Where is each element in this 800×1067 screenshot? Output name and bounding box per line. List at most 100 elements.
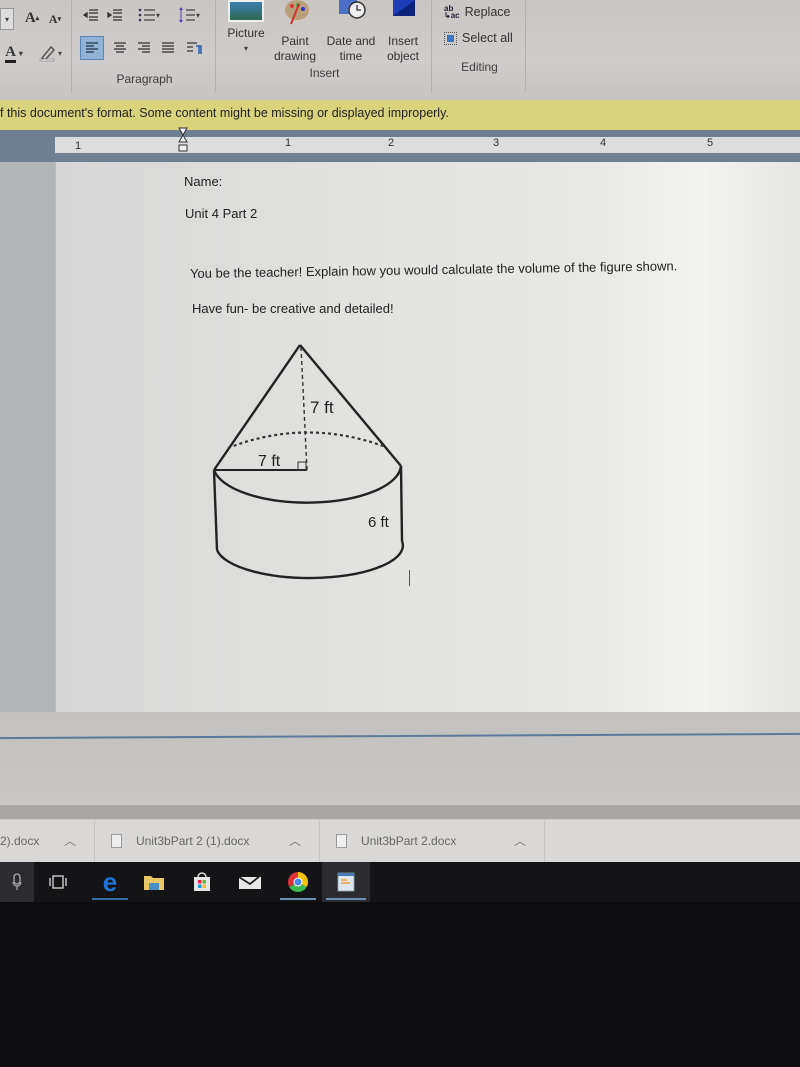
ruler-label: 1 xyxy=(75,140,82,152)
cone-height-label: 7 ft xyxy=(310,398,334,417)
font-size-dropdown[interactable]: ▾ xyxy=(0,8,14,30)
download-item[interactable]: Unit3bPart 2.docx ︿ xyxy=(320,820,545,862)
horizontal-ruler[interactable]: 1 1 2 3 4 5 xyxy=(55,137,800,153)
highlight-button[interactable]: ▾ xyxy=(34,42,66,64)
ribbon: ▾ A ▴ A ▾ A ▾ ▾ ▾ ▾ Paragraph Picture ▾ … xyxy=(0,0,800,100)
picture-label: Picture xyxy=(227,26,265,40)
download-item[interactable]: Unit3bPart 2 (1).docx ︿ xyxy=(95,820,320,862)
download-item[interactable]: 2).docx ︿ xyxy=(0,820,95,862)
line-spacing-icon xyxy=(178,7,195,23)
picture-button[interactable]: Picture ▾ xyxy=(224,0,268,56)
select-all-label: Select all xyxy=(462,31,513,45)
taskbar-store[interactable] xyxy=(180,862,224,902)
increase-indent-button[interactable] xyxy=(106,6,124,24)
align-right-button[interactable] xyxy=(132,36,156,60)
select-all-icon xyxy=(444,31,457,45)
taskbar-mail[interactable] xyxy=(228,862,272,902)
chevron-up-icon[interactable]: ︿ xyxy=(64,832,76,849)
paragraph-mark-icon xyxy=(187,42,202,54)
insert-object-label-2: object xyxy=(386,49,420,63)
download-filename: Unit3bPart 2 (1).docx xyxy=(136,834,250,848)
font-group: ▾ A ▴ A ▾ A ▾ ▾ xyxy=(0,0,72,92)
paragraph-group: ▾ ▾ Paragraph xyxy=(74,0,216,92)
text-cursor xyxy=(409,570,410,586)
shrink-font-label: A xyxy=(48,11,58,26)
taskbar-wordpad[interactable] xyxy=(322,862,370,902)
cone-left-edge xyxy=(213,344,301,471)
task-view-icon xyxy=(49,875,67,889)
chevron-up-icon[interactable]: ︿ xyxy=(514,832,526,849)
align-center-icon xyxy=(114,42,126,53)
select-all-button[interactable]: Select all xyxy=(444,31,513,45)
right-angle-marker xyxy=(297,461,307,471)
cylinder-right-edge xyxy=(399,465,404,542)
taskbar: e xyxy=(0,862,800,902)
paint-drawing-label-2: drawing xyxy=(273,49,317,63)
insert-object-label-1: Insert xyxy=(387,34,418,48)
taskbar-chrome[interactable] xyxy=(276,862,320,902)
paragraph-group-label: Paragraph xyxy=(116,72,173,86)
line-spacing-button[interactable]: ▾ xyxy=(174,4,204,26)
ruler-label: 3 xyxy=(493,137,500,149)
picture-icon xyxy=(228,0,264,22)
date-time-label-1: Date and xyxy=(326,34,376,48)
edge-icon: e xyxy=(102,867,118,897)
taskbar-microphone[interactable] xyxy=(0,862,34,902)
document-icon xyxy=(111,834,122,848)
taskbar-file-explorer[interactable] xyxy=(132,862,176,902)
calendar-clock-icon xyxy=(339,0,366,19)
paint-drawing-button[interactable]: Paint drawing xyxy=(270,0,320,64)
paint-drawing-label-1: Paint xyxy=(281,34,309,48)
font-color-label: A xyxy=(5,44,16,63)
insert-group-label: Insert xyxy=(309,66,340,80)
download-filename: Unit3bPart 2.docx xyxy=(361,834,457,848)
decrease-indent-icon xyxy=(83,9,98,21)
format-warning-bar: f this document's format. Some content m… xyxy=(0,100,800,130)
monitor-bezel xyxy=(0,902,800,1067)
justify-button[interactable] xyxy=(156,36,180,60)
increase-indent-icon xyxy=(107,9,122,21)
ruler-label: 1 xyxy=(285,137,292,149)
decrease-indent-button[interactable] xyxy=(82,6,100,24)
paragraph-settings-button[interactable] xyxy=(182,36,206,60)
ruler-label: 5 xyxy=(707,137,714,149)
cylinder-height-label: 6 ft xyxy=(368,514,390,531)
align-center-button[interactable] xyxy=(108,36,132,60)
grow-font-label: A xyxy=(24,9,36,26)
editing-group-label: Editing xyxy=(461,60,498,74)
taskbar-task-view[interactable] xyxy=(36,862,80,902)
picture-dropdown-icon: ▾ xyxy=(243,44,248,53)
taskbar-edge[interactable]: e xyxy=(88,862,132,902)
download-filename: 2).docx xyxy=(0,834,40,848)
cone-cylinder-figure: 7 ft 7 ft 6 ft xyxy=(212,344,405,580)
replace-button[interactable]: ab ↳ac Replace xyxy=(444,5,510,20)
justify-icon xyxy=(162,42,174,53)
shrink-font-button[interactable]: A ▾ xyxy=(46,10,64,28)
indent-marker[interactable] xyxy=(178,127,188,155)
font-color-button[interactable]: A ▾ xyxy=(0,42,28,64)
align-left-icon xyxy=(86,42,98,53)
insert-object-button[interactable]: Insert object xyxy=(380,0,426,64)
bullets-button[interactable]: ▾ xyxy=(134,6,164,24)
cylinder-bottom-arc xyxy=(215,540,405,580)
date-time-label-2: time xyxy=(339,49,363,63)
folder-icon xyxy=(144,876,164,890)
grow-font-button[interactable]: A ▴ xyxy=(22,8,42,28)
document-icon xyxy=(336,834,347,848)
bullet-list-icon xyxy=(138,8,155,22)
radius-label: 7 ft xyxy=(258,453,281,470)
chevron-up-icon[interactable]: ︿ xyxy=(289,832,301,849)
ruler-container: 1 1 2 3 4 5 xyxy=(0,130,800,162)
date-time-button[interactable]: Date and time xyxy=(322,0,380,64)
align-left-button[interactable] xyxy=(80,36,104,60)
status-bar xyxy=(0,805,800,819)
ruler-label: 2 xyxy=(388,137,395,149)
format-warning-text: f this document's format. Some content m… xyxy=(0,106,449,120)
store-icon xyxy=(194,872,210,891)
insert-group: Picture ▾ Paint drawing Date and time In… xyxy=(218,0,432,92)
mail-icon xyxy=(238,874,262,889)
cylinder-top-front-arc xyxy=(212,465,403,504)
ruler-label: 4 xyxy=(600,137,607,149)
editing-group: ab ↳ac Replace Select all Editing xyxy=(434,0,526,92)
align-right-icon xyxy=(138,42,150,53)
